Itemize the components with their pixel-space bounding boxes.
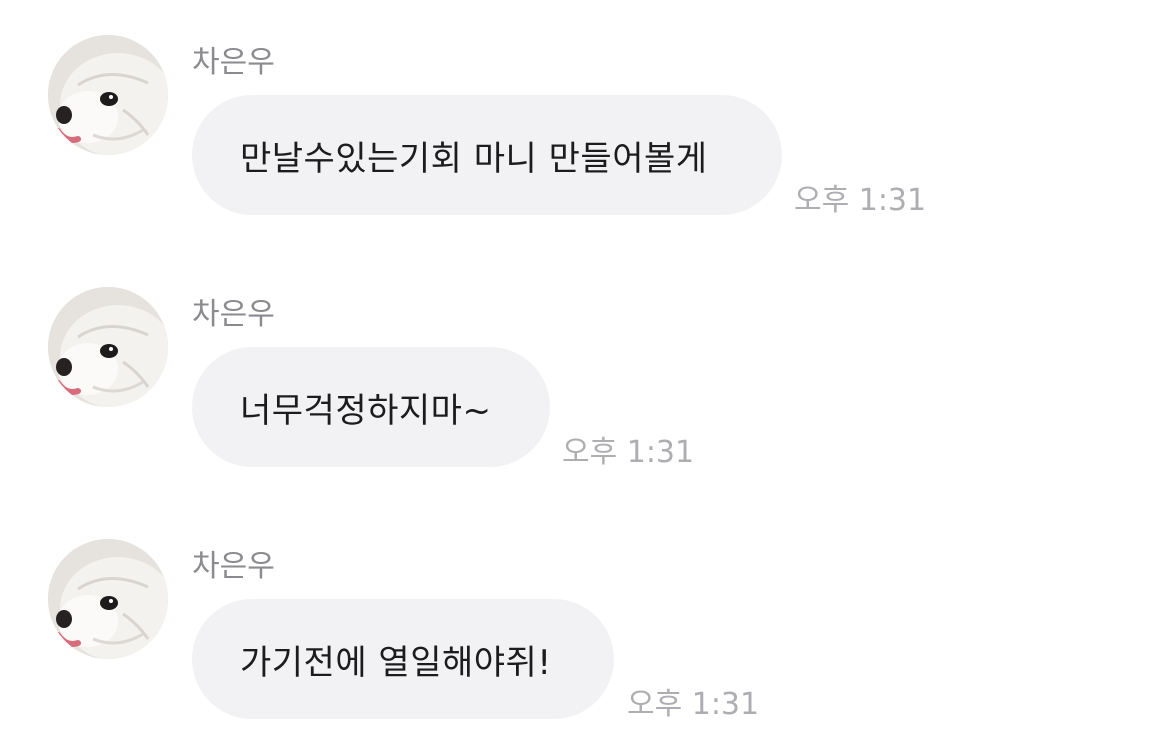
dog-avatar-icon[interactable] xyxy=(48,287,168,407)
message-timestamp: 오후 1:31 xyxy=(627,687,760,722)
message-bubble[interactable]: 가기전에 열일해야쥐! xyxy=(192,599,614,719)
message-timestamp: 오후 1:31 xyxy=(562,435,695,470)
dog-avatar-icon[interactable] xyxy=(48,539,168,659)
message-bubble[interactable]: 만날수있는기회 마니 만들어볼게 xyxy=(192,95,782,215)
message-timestamp: 오후 1:31 xyxy=(794,183,927,218)
sender-name: 차은우 xyxy=(192,549,275,584)
message-text: 만날수있는기회 마니 만들어볼게 xyxy=(240,138,708,179)
message-row: 차은우 만날수있는기회 마니 만들어볼게 오후 1:31 xyxy=(0,35,1170,225)
sender-name: 차은우 xyxy=(192,297,275,332)
message-bubble[interactable]: 너무걱정하지마~ xyxy=(192,347,550,467)
message-text: 가기전에 열일해야쥐! xyxy=(240,642,552,683)
dog-avatar-icon[interactable] xyxy=(48,35,168,155)
message-text: 너무걱정하지마~ xyxy=(240,390,492,431)
sender-name: 차은우 xyxy=(192,45,275,80)
message-row: 차은우 너무걱정하지마~ 오후 1:31 xyxy=(0,287,1170,477)
message-row: 차은우 가기전에 열일해야쥐! 오후 1:31 xyxy=(0,539,1170,729)
